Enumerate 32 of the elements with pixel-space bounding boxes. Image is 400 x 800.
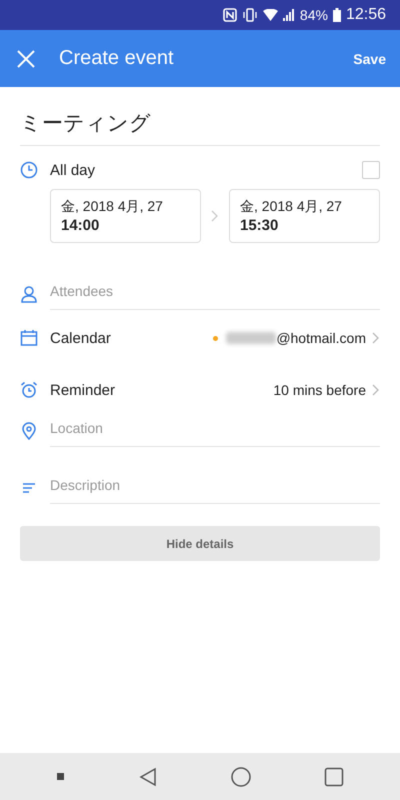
calendar-account[interactable]: @hotmail.com [276,330,366,346]
reminder-label: Reminder [50,382,116,398]
chevron-icon [372,384,380,396]
back-icon[interactable] [138,766,158,786]
location-pin-icon [20,422,38,440]
vibrate-icon [242,8,258,22]
all-day-checkbox[interactable] [362,161,380,179]
person-icon [20,284,38,302]
nfc-icon [222,8,237,22]
calendar-icon [20,329,38,347]
calendar-label: Calendar [50,330,111,346]
chevron-icon [372,332,380,344]
screen-title: Create event [59,47,175,70]
battery-icon [332,8,341,22]
event-title-field[interactable]: ミーティング [20,87,380,146]
end-date-button[interactable]: 金, 2018 4月, 27 15:30 [229,189,380,243]
chevron-icon [211,210,219,222]
signal-icon [282,9,295,21]
battery-percent: 84% [300,7,328,23]
clock-icon [20,161,38,179]
reminder-value[interactable]: 10 mins before [273,382,366,398]
blurred-text [226,332,276,344]
start-date-button[interactable]: 金, 2018 4月, 27 14:00 [50,189,201,243]
clock: 12:56 [346,6,386,24]
home-icon[interactable] [230,766,250,786]
save-button[interactable]: Save [353,46,386,70]
hide-details-button[interactable]: Hide details [20,526,380,561]
recents-icon[interactable] [324,766,344,786]
alarm-clock-icon [20,381,38,399]
close-icon[interactable] [17,50,35,68]
all-day-label: All day [50,162,96,178]
wifi-icon [262,9,278,21]
